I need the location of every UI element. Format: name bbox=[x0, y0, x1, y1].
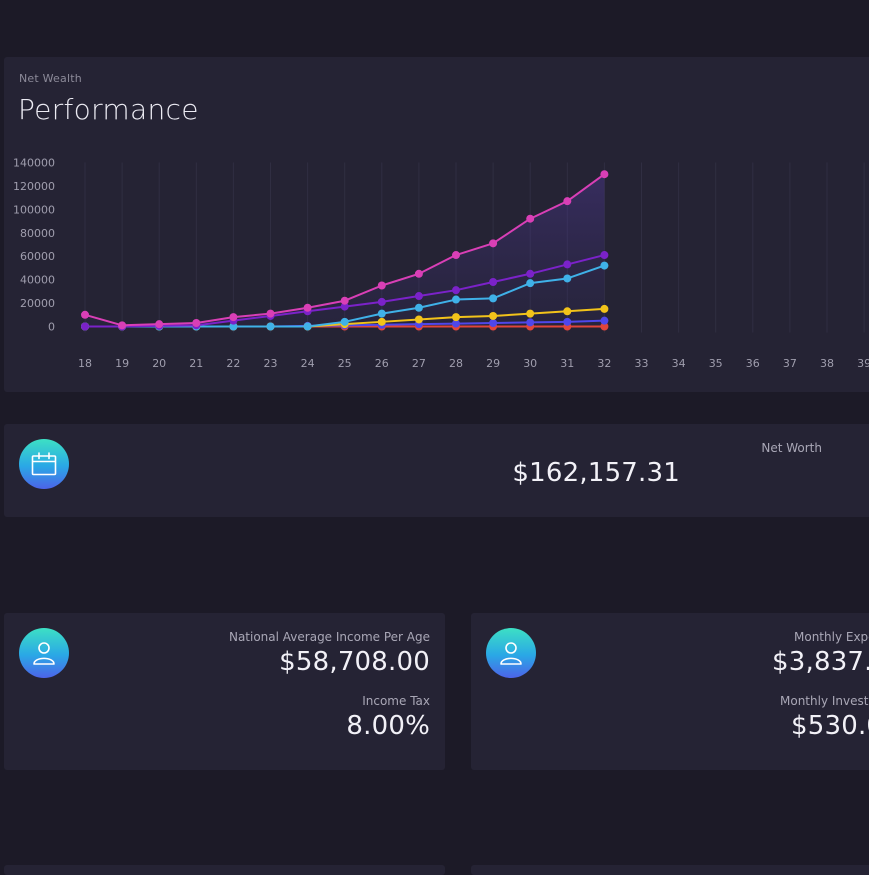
data-point bbox=[118, 321, 127, 330]
monthly-expenses-value: $3,837.6 bbox=[772, 647, 869, 677]
data-point bbox=[155, 320, 164, 329]
y-tick-label: 140000 bbox=[13, 157, 55, 170]
y-tick-label: 80000 bbox=[20, 227, 55, 240]
x-tick-label: 35 bbox=[709, 357, 723, 370]
net-worth-value: $162,157.31 bbox=[512, 458, 680, 488]
data-point bbox=[600, 170, 609, 179]
x-tick-label: 21 bbox=[189, 357, 203, 370]
x-tick-label: 36 bbox=[746, 357, 760, 370]
income-card: National Average Income Per Age $58,708.… bbox=[4, 613, 445, 770]
data-point bbox=[377, 309, 386, 318]
data-point bbox=[563, 197, 572, 206]
data-point bbox=[377, 297, 386, 306]
data-point bbox=[526, 309, 535, 318]
monthly-investment-value: $530.0 bbox=[791, 711, 869, 741]
data-point bbox=[81, 322, 89, 331]
x-tick-label: 28 bbox=[449, 357, 463, 370]
data-point bbox=[600, 316, 609, 325]
data-point bbox=[526, 279, 535, 288]
bottom-card-right bbox=[471, 865, 869, 875]
data-point bbox=[489, 311, 498, 320]
data-point bbox=[600, 261, 609, 270]
data-point bbox=[229, 313, 238, 322]
performance-title: Performance bbox=[18, 93, 199, 126]
x-tick-label: 29 bbox=[486, 357, 500, 370]
income-value: $58,708.00 bbox=[279, 647, 430, 677]
data-point bbox=[303, 322, 312, 331]
bottom-card-left bbox=[4, 865, 445, 875]
y-tick-label: 120000 bbox=[13, 180, 55, 193]
data-point bbox=[266, 309, 275, 318]
x-tick-label: 25 bbox=[338, 357, 352, 370]
data-point bbox=[266, 322, 275, 331]
x-tick-label: 20 bbox=[152, 357, 166, 370]
data-point bbox=[600, 304, 609, 313]
income-tax-value: 8.00% bbox=[346, 711, 430, 741]
x-tick-label: 26 bbox=[375, 357, 389, 370]
x-tick-label: 34 bbox=[672, 357, 686, 370]
x-tick-label: 31 bbox=[560, 357, 574, 370]
income-tax-label: Income Tax bbox=[362, 694, 430, 708]
x-tick-label: 37 bbox=[783, 357, 797, 370]
x-tick-label: 24 bbox=[301, 357, 315, 370]
data-point bbox=[489, 294, 498, 303]
data-point bbox=[526, 214, 535, 223]
data-point bbox=[563, 274, 572, 283]
calendar-icon bbox=[19, 439, 69, 489]
monthly-investment-label: Monthly Investm bbox=[780, 694, 869, 708]
monthly-expenses-label: Monthly Expe bbox=[794, 630, 869, 644]
net-worth-card: Net Worth $162,157.31 bbox=[4, 424, 869, 517]
data-point bbox=[452, 286, 460, 295]
data-point bbox=[414, 269, 423, 278]
y-tick-label: 0 bbox=[48, 321, 55, 334]
performance-overline: Net Wealth bbox=[19, 72, 82, 85]
data-point bbox=[526, 269, 535, 278]
y-tick-label: 40000 bbox=[20, 274, 55, 287]
data-point bbox=[81, 310, 89, 319]
data-point bbox=[377, 317, 386, 326]
data-point bbox=[414, 315, 423, 324]
x-tick-label: 38 bbox=[820, 357, 834, 370]
performance-card: 18 19 20 21 22 23 24 25 26 27 28 29 30 31 32 33 34 35 36 37… bbox=[4, 57, 869, 392]
data-point bbox=[563, 307, 572, 316]
x-tick-label: 32 bbox=[597, 357, 611, 370]
data-point bbox=[340, 296, 349, 305]
y-tick-label: 100000 bbox=[13, 203, 55, 216]
x-tick-label: 27 bbox=[412, 357, 426, 370]
data-point bbox=[489, 318, 498, 327]
x-tick-label: 33 bbox=[635, 357, 649, 370]
user-icon bbox=[19, 628, 69, 678]
x-tick-label: 39 bbox=[857, 357, 869, 370]
data-point bbox=[452, 251, 460, 260]
data-point bbox=[526, 318, 535, 327]
data-point bbox=[414, 292, 423, 301]
data-point bbox=[563, 317, 572, 326]
x-tick-label: 19 bbox=[115, 357, 129, 370]
x-tick-label: 18 bbox=[78, 357, 92, 370]
data-point bbox=[489, 239, 498, 248]
data-point bbox=[452, 295, 460, 304]
data-point bbox=[377, 281, 386, 290]
y-tick-label: 60000 bbox=[20, 250, 55, 263]
y-tick-label: 20000 bbox=[20, 297, 55, 310]
income-label: National Average Income Per Age bbox=[228, 630, 430, 644]
data-point bbox=[600, 251, 609, 260]
data-point bbox=[414, 303, 423, 312]
net-worth-label: Net Worth bbox=[761, 441, 822, 455]
user-icon bbox=[486, 628, 536, 678]
x-tick-label: 30 bbox=[523, 357, 537, 370]
data-point bbox=[192, 318, 201, 327]
x-tick-label: 22 bbox=[226, 357, 240, 370]
x-tick-label: 23 bbox=[264, 357, 278, 370]
data-point bbox=[340, 317, 349, 326]
data-point bbox=[489, 277, 498, 286]
data-point bbox=[303, 303, 312, 312]
data-point bbox=[452, 313, 460, 322]
expenses-card: Monthly Expe $3,837.6 Monthly Investm $5… bbox=[471, 613, 869, 770]
data-point bbox=[563, 260, 572, 269]
